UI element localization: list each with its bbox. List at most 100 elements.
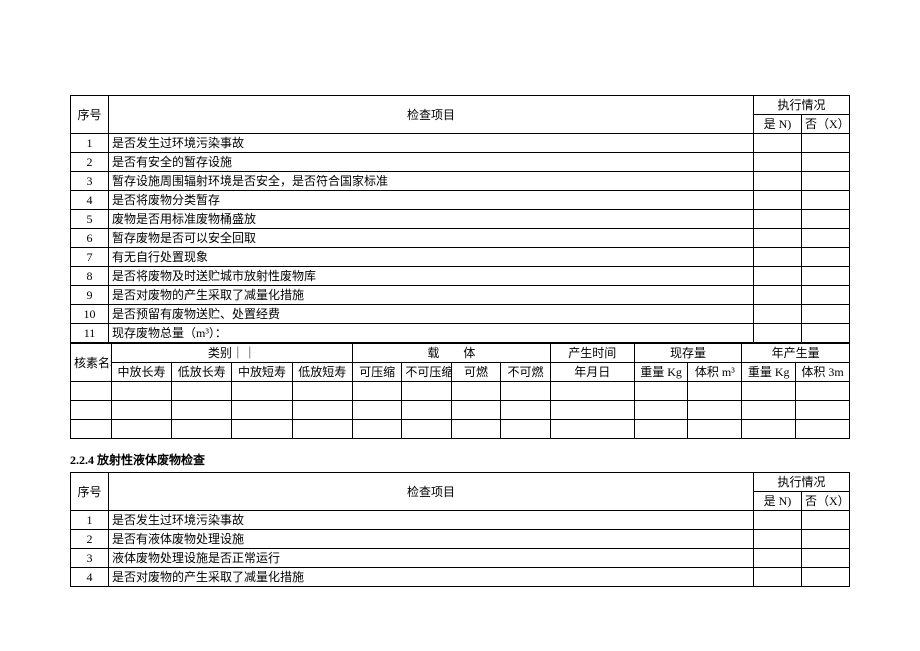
table-row: 4是否将废物分类暂存 — [71, 191, 850, 210]
col-header-yes: 是 N) — [753, 115, 801, 134]
cell-yes — [753, 267, 801, 286]
col-header-nocol: 否（X） — [801, 492, 849, 511]
table-row: 3液体废物处理设施是否正常运行 — [71, 549, 850, 568]
col-header-stock: 现存量 — [634, 344, 742, 363]
row-no: 9 — [71, 286, 109, 305]
table-row: 7有无自行处置现象 — [71, 248, 850, 267]
cell-yes — [753, 248, 801, 267]
cell-yes — [753, 305, 801, 324]
checklist-table-1: 序号 检查项目 执行情况 是 N) 否（X） 1是否发生过环境污染事故 2是否有… — [70, 95, 850, 343]
table-row: 10是否预留有废物送贮、处置经费 — [71, 305, 850, 324]
nuclide-row — [71, 420, 850, 439]
table-row: 1是否发生过环境污染事故 — [71, 134, 850, 153]
cell-yes — [753, 324, 801, 343]
cell-no — [801, 210, 849, 229]
table-row: 4是否对废物的产生采取了减量化措施 — [71, 568, 850, 587]
row-no: 10 — [71, 305, 109, 324]
row-item: 是否对废物的产生采取了减量化措施 — [109, 286, 754, 305]
cell-yes — [753, 191, 801, 210]
cell-no — [801, 134, 849, 153]
stock-sub: 体积 m³ — [688, 363, 742, 382]
table-row: 2是否有液体废物处理设施 — [71, 530, 850, 549]
row-no: 2 — [71, 153, 109, 172]
carrier-sub: 不可燃 — [501, 363, 551, 382]
cat-sub: 低放短寿 — [292, 363, 352, 382]
cell-no — [801, 530, 849, 549]
row-item: 是否预留有废物送贮、处置经费 — [109, 305, 754, 324]
table-header-row: 序号 检查项目 执行情况 — [71, 473, 850, 492]
cell-no — [801, 324, 849, 343]
nuclide-header-row-1: 核素名称 类别｜｜ 载 体 产生时间 现存量 年产生量 — [71, 344, 850, 363]
cell-yes — [753, 530, 801, 549]
col-header-carrier: 载 体 — [352, 344, 550, 363]
row-no: 8 — [71, 267, 109, 286]
cell-yes — [753, 286, 801, 305]
row-item: 暂存设施周围辐射环境是否安全，是否符合国家标准 — [109, 172, 754, 191]
col-header-category: 类别｜｜ — [111, 344, 352, 363]
table-row: 3暂存设施周围辐射环境是否安全，是否符合国家标准 — [71, 172, 850, 191]
cell-yes — [753, 568, 801, 587]
carrier-sub: 可压缩 — [352, 363, 401, 382]
cat-sub: 中放长寿 — [111, 363, 171, 382]
table-row: 8是否将废物及时送贮城市放射性废物库 — [71, 267, 850, 286]
row-no: 4 — [71, 191, 109, 210]
cat-sub: 中放短寿 — [232, 363, 292, 382]
nuclide-table: 核素名称 类别｜｜ 载 体 产生时间 现存量 年产生量 中放长寿 低放长寿 中放… — [70, 343, 850, 439]
cell-yes — [753, 172, 801, 191]
row-item: 是否发生过环境污染事故 — [109, 511, 754, 530]
row-item: 液体废物处理设施是否正常运行 — [109, 549, 754, 568]
cell-no — [801, 248, 849, 267]
col-header-no: 序号 — [71, 96, 109, 134]
col-header-annual: 年产生量 — [742, 344, 850, 363]
checklist-table-2: 序号 检查项目 执行情况 是 N) 否（X） 1是否发生过环境污染事故 2是否有… — [70, 472, 850, 587]
stock-sub: 重量 Kg — [634, 363, 688, 382]
nuclide-row — [71, 382, 850, 401]
row-no: 11 — [71, 324, 109, 343]
cell-no — [801, 286, 849, 305]
cell-yes — [753, 153, 801, 172]
row-item: 现存废物总量（m³）： — [109, 324, 754, 343]
col-header-no: 序号 — [71, 473, 109, 511]
cell-no — [801, 191, 849, 210]
cell-yes — [753, 134, 801, 153]
nuclide-header-row-2: 中放长寿 低放长寿 中放短寿 低放短寿 可压缩 不可压缩 可燃 不可燃 年月日 … — [71, 363, 850, 382]
cell-yes — [753, 229, 801, 248]
cat-sub: 低放长寿 — [172, 363, 232, 382]
carrier-sub: 不可压缩 — [402, 363, 451, 382]
nuclide-row — [71, 401, 850, 420]
row-item: 有无自行处置现象 — [109, 248, 754, 267]
cell-no — [801, 172, 849, 191]
col-header-exec: 执行情况 — [753, 473, 849, 492]
row-item: 暂存废物是否可以安全回取 — [109, 229, 754, 248]
cell-no — [801, 267, 849, 286]
col-header-nuclide: 核素名称 — [71, 344, 112, 382]
row-no: 5 — [71, 210, 109, 229]
section-224-title: 2.2.4 放射性液体废物检查 — [70, 451, 850, 468]
col-header-yes: 是 N) — [753, 492, 801, 511]
row-no: 3 — [71, 172, 109, 191]
cell-yes — [753, 549, 801, 568]
row-item: 是否有安全的暂存设施 — [109, 153, 754, 172]
table-row: 5废物是否用标准废物桶盛放 — [71, 210, 850, 229]
row-item: 是否对废物的产生采取了减量化措施 — [109, 568, 754, 587]
row-no: 2 — [71, 530, 109, 549]
carrier-sub: 可燃 — [451, 363, 500, 382]
table-row: 11现存废物总量（m³）： — [71, 324, 850, 343]
col-header-nocol: 否（X） — [801, 115, 849, 134]
cell-no — [801, 229, 849, 248]
cell-no — [801, 549, 849, 568]
time-sub: 年月日 — [550, 363, 634, 382]
cell-no — [801, 153, 849, 172]
row-item: 废物是否用标准废物桶盛放 — [109, 210, 754, 229]
cell-yes — [753, 511, 801, 530]
cell-no — [801, 568, 849, 587]
row-item: 是否有液体废物处理设施 — [109, 530, 754, 549]
row-no: 6 — [71, 229, 109, 248]
cell-no — [801, 305, 849, 324]
col-header-time: 产生时间 — [550, 344, 634, 363]
table-row: 6暂存废物是否可以安全回取 — [71, 229, 850, 248]
annual-sub: 重量 Kg — [742, 363, 796, 382]
col-header-item: 检查项目 — [109, 473, 754, 511]
row-no: 1 — [71, 134, 109, 153]
cell-yes — [753, 210, 801, 229]
